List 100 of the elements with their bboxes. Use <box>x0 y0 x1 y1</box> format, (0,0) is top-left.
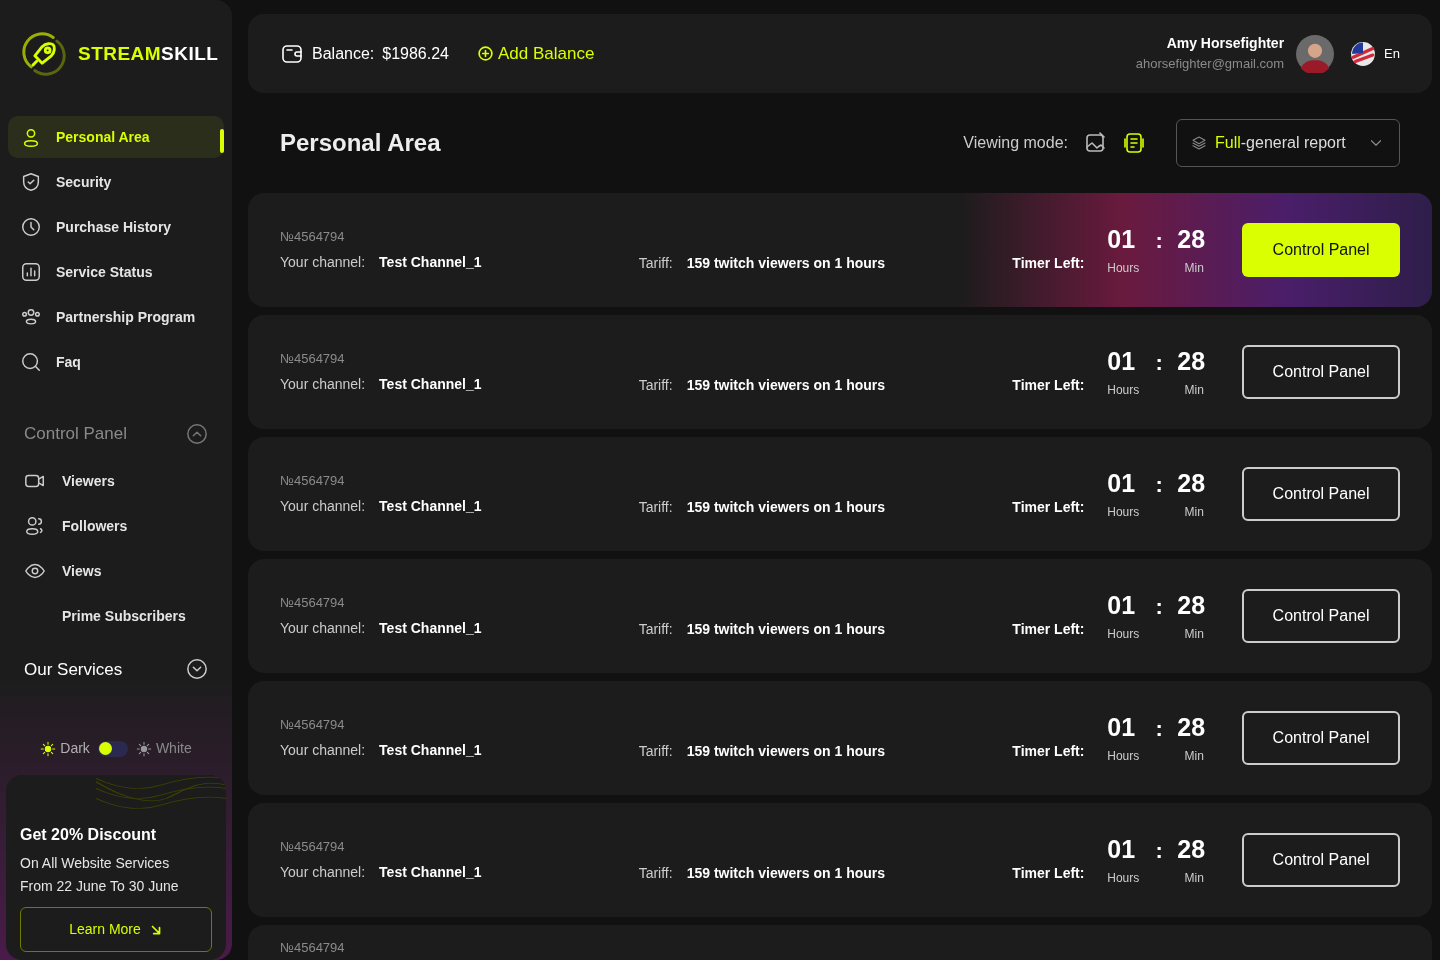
channel-name: Test Channel_1 <box>379 741 482 761</box>
channel-label: Your channel: <box>280 619 366 639</box>
nav-item[interactable]: Personal Area <box>8 116 224 158</box>
timer-label: Timer Left: <box>1012 497 1086 517</box>
control-panel-button[interactable]: Control Panel <box>1242 467 1400 521</box>
timer-unit: Min <box>1183 625 1205 643</box>
channel-label: Your channel: <box>280 741 366 761</box>
search-icon <box>20 351 42 373</box>
theme-label[interactable]: White <box>155 738 192 759</box>
order-number: №4564794 <box>280 349 346 368</box>
timer-minutes: 28 <box>1177 712 1207 744</box>
tariff-value: 159 twitch viewers on 1 hours <box>686 619 886 639</box>
tariff-value: 159 twitch viewers on 1 hours <box>686 741 886 761</box>
timer-hours: 01 <box>1107 468 1137 500</box>
channel-name: Test Channel_1 <box>379 497 482 517</box>
control-panel-button[interactable]: Control Panel <box>1242 223 1400 277</box>
page-title: Personal Area <box>280 128 441 158</box>
control-panel-button[interactable]: Control Panel <box>1242 345 1400 399</box>
control-panel-button[interactable]: Control Panel <box>1242 589 1400 643</box>
timer-label: Timer Left: <box>1012 863 1086 883</box>
timer-label: Timer Left: <box>1012 253 1086 273</box>
tariff-label: Tariff: <box>638 741 673 761</box>
channel-label: Your channel: <box>280 375 366 395</box>
timer-label: Timer Left: <box>1012 619 1086 639</box>
timer-hours: 01 <box>1107 346 1137 378</box>
order-number: №4564794 <box>280 471 346 490</box>
logo-text: STREAMSKILL <box>78 41 219 66</box>
timer-minutes: 28 <box>1177 224 1207 256</box>
control-panel-button[interactable]: Control Panel <box>1242 711 1400 765</box>
timer-hours: 01 <box>1107 712 1137 744</box>
nav-item[interactable]: Prime Subscribers <box>24 593 208 639</box>
nav-item[interactable]: Viewers <box>24 458 208 504</box>
tariff-value: 159 twitch viewers on 1 hours <box>686 863 886 883</box>
flag-icon <box>1350 40 1377 67</box>
report-dropdown[interactable]: Full-general report <box>1176 119 1400 167</box>
timer-unit: Min <box>1183 381 1205 399</box>
promo-text: From 22 June To 30 June <box>20 877 180 896</box>
tariff-label: Tariff: <box>638 375 673 395</box>
chart-icon <box>20 261 42 283</box>
order-number: №4564794 <box>280 227 346 246</box>
timer-unit: Hours <box>1107 747 1141 765</box>
timer-unit: Hours <box>1107 259 1141 277</box>
user-email: ahorsefighter@gmail.com <box>1135 55 1285 74</box>
chevron-up-icon[interactable] <box>186 422 208 445</box>
timer-minutes: 28 <box>1177 590 1207 622</box>
timer-unit: Hours <box>1107 503 1141 521</box>
clock-icon <box>20 216 42 238</box>
promo-title: Get 20% Discount <box>20 825 158 845</box>
people-icon <box>24 515 46 537</box>
nav-item[interactable]: Partnership Program <box>8 296 224 338</box>
tariff-value: 159 twitch viewers on 1 hours <box>686 497 886 517</box>
tariff-label: Tariff: <box>638 619 673 639</box>
timer-unit: Hours <box>1107 381 1141 399</box>
nav-item[interactable]: Followers <box>24 503 208 549</box>
theme-label[interactable]: Dark <box>60 738 90 759</box>
channel-label: Your channel: <box>280 253 366 273</box>
channel-name: Test Channel_1 <box>379 863 482 883</box>
order-number: №4564794 <box>280 939 346 957</box>
channel-name: Test Channel_1 <box>379 375 482 395</box>
timer-hours: 01 <box>1107 224 1137 256</box>
list-icon[interactable] <box>1122 131 1146 155</box>
tariff-value: 159 twitch viewers on 1 hours <box>686 253 886 273</box>
timer-unit: Min <box>1183 869 1205 887</box>
balance-amount: $1986.24 <box>382 43 449 64</box>
timer-separator: : <box>1154 348 1164 377</box>
timer-unit: Min <box>1183 259 1205 277</box>
rocket-logo-icon <box>22 32 66 76</box>
timer-minutes: 28 <box>1177 346 1207 378</box>
add-balance-button[interactable]: Add Balance <box>477 40 595 67</box>
timer-unit: Min <box>1183 503 1205 521</box>
timer-hours: 01 <box>1107 590 1137 622</box>
sun-icon <box>135 740 152 757</box>
channel-label: Your channel: <box>280 497 366 517</box>
nav-item[interactable]: Views <box>24 548 208 594</box>
section-title: Our Services <box>24 658 123 681</box>
avatar[interactable] <box>1296 34 1335 73</box>
timer-unit: Min <box>1183 747 1205 765</box>
channel-name: Test Channel_1 <box>379 253 482 273</box>
timer-minutes: 28 <box>1177 834 1207 866</box>
channel-name: Test Channel_1 <box>379 619 482 639</box>
theme-toggle[interactable] <box>97 740 128 757</box>
timer-unit: Hours <box>1107 869 1141 887</box>
order-number: №4564794 <box>280 593 346 612</box>
nav-item[interactable]: Security <box>8 161 224 203</box>
tariff-label: Tariff: <box>638 863 673 883</box>
promo-text: On All Website Services <box>20 854 171 873</box>
nav-item[interactable]: Faq <box>8 341 224 383</box>
timer-separator: : <box>1154 592 1164 621</box>
chevron-down-icon[interactable] <box>186 658 208 681</box>
nav-item[interactable]: Service Status <box>8 251 224 293</box>
gallery-icon[interactable] <box>1084 131 1108 155</box>
tariff-label: Tariff: <box>638 253 673 273</box>
nav-item[interactable]: Purchase History <box>8 206 224 248</box>
language-label[interactable]: En <box>1384 43 1400 64</box>
learn-more-button[interactable]: Learn More <box>20 907 212 952</box>
timer-separator: : <box>1154 470 1164 499</box>
control-panel-button[interactable]: Control Panel <box>1242 833 1400 887</box>
viewing-mode-label: Viewing mode: <box>963 133 1068 153</box>
section-title: Control Panel <box>24 423 127 445</box>
order-number: №4564794 <box>280 837 346 856</box>
